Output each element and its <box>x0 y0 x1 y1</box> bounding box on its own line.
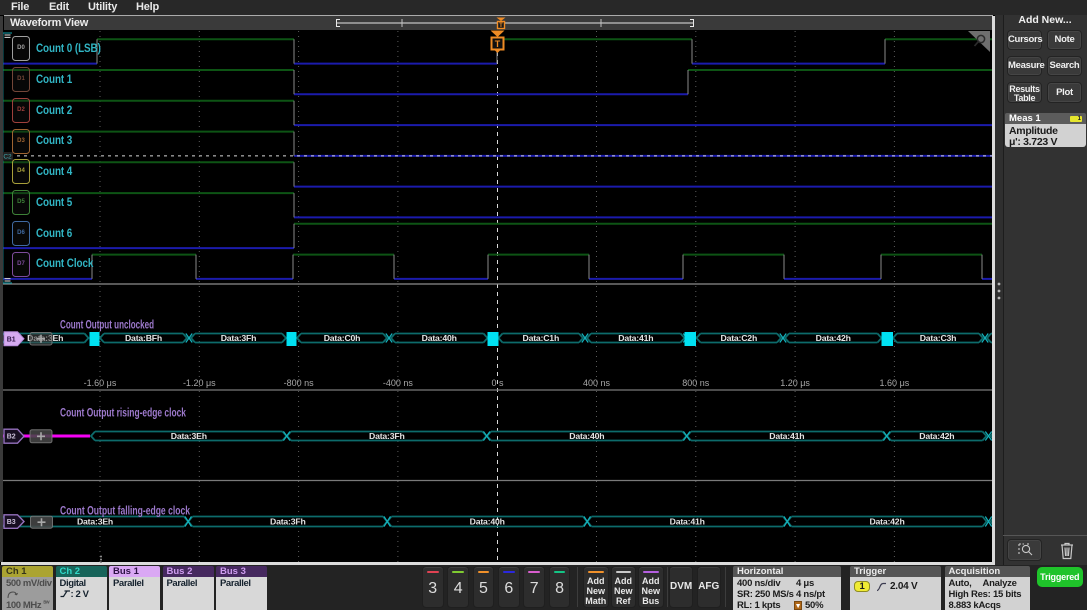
svg-text:B1: B1 <box>7 336 16 343</box>
svg-text:Data:3Fh: Data:3Fh <box>221 333 257 343</box>
svg-text:0 s: 0 s <box>491 378 504 388</box>
svg-text:Count Output unclocked: Count Output unclocked <box>60 317 154 331</box>
svg-text:Data:3Eh: Data:3Eh <box>171 431 207 441</box>
svg-text:400 ns: 400 ns <box>583 378 611 388</box>
svg-text:-1.20 μs: -1.20 μs <box>183 378 216 388</box>
svg-text:Data:C3h: Data:C3h <box>920 333 957 343</box>
svg-text:Data:BFh: Data:BFh <box>125 333 162 343</box>
svg-text:Data:C0h: Data:C0h <box>324 333 361 343</box>
svg-text:Data:42h: Data:42h <box>816 333 851 343</box>
svg-text:Data:3Fh: Data:3Fh <box>270 517 306 527</box>
svg-text:Count Output falling-edge cloc: Count Output falling-edge clock <box>60 503 190 517</box>
svg-text:Data:40h: Data:40h <box>470 517 505 527</box>
svg-text:T: T <box>495 39 501 49</box>
svg-text:B3: B3 <box>7 519 16 526</box>
svg-text:B2: B2 <box>7 434 16 441</box>
svg-text:1.20 μs: 1.20 μs <box>780 378 810 388</box>
svg-text:Data:41h: Data:41h <box>670 517 705 527</box>
svg-text:Data:42h: Data:42h <box>869 517 904 527</box>
svg-text:Data:41h: Data:41h <box>769 431 804 441</box>
svg-text:-800 ns: -800 ns <box>284 378 315 388</box>
svg-text:-1.60 μs: -1.60 μs <box>84 378 117 388</box>
svg-text:Data:C1h: Data:C1h <box>523 333 560 343</box>
svg-text:Data:40h: Data:40h <box>569 431 604 441</box>
svg-text:Data:C2h: Data:C2h <box>721 333 758 343</box>
svg-text:T: T <box>499 23 503 29</box>
svg-text:Data:3Fh: Data:3Fh <box>369 431 405 441</box>
svg-text:Count Output rising-edge clock: Count Output rising-edge clock <box>60 405 186 419</box>
svg-text:Data:42h: Data:42h <box>919 431 954 441</box>
svg-text:▼: ▼ <box>795 603 802 610</box>
svg-text:Data:41h: Data:41h <box>618 333 653 343</box>
svg-text:-400 ns: -400 ns <box>383 378 414 388</box>
svg-text:1.60 μs: 1.60 μs <box>880 378 910 388</box>
svg-text:Data:3Eh: Data:3Eh <box>77 517 113 527</box>
svg-text:C2: C2 <box>3 154 12 161</box>
svg-text:800 ns: 800 ns <box>682 378 710 388</box>
svg-text:Data:40h: Data:40h <box>422 333 457 343</box>
